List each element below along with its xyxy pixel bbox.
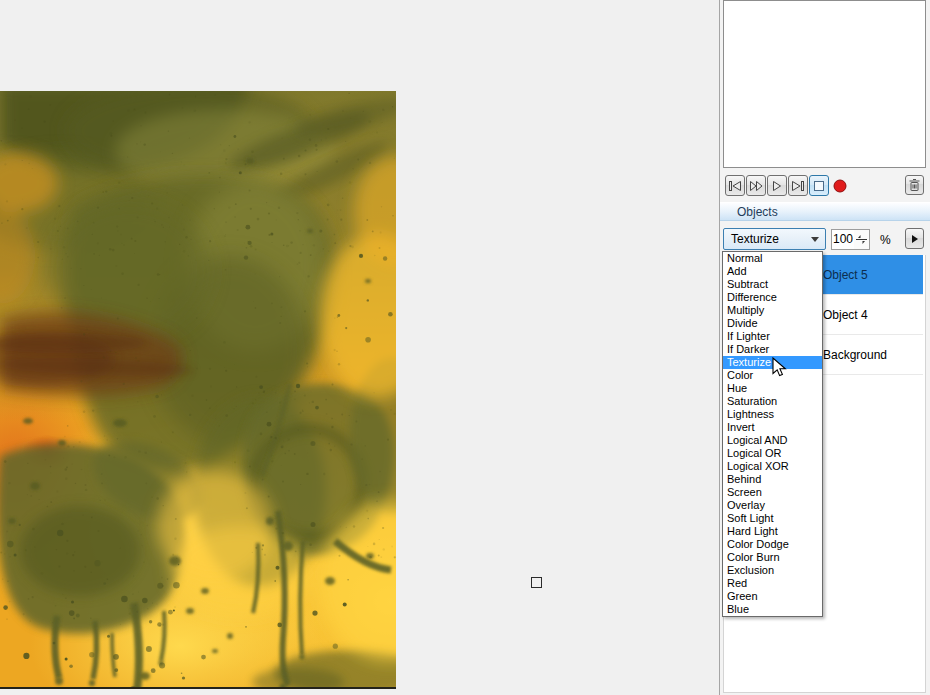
trash-icon: [909, 179, 920, 191]
blend-option-if-darker[interactable]: If Darker: [723, 343, 822, 356]
blend-option-if-lighter[interactable]: If Lighter: [723, 330, 822, 343]
blend-option-add[interactable]: Add: [723, 265, 822, 278]
right-arrow-icon: [912, 235, 918, 243]
fast-forward-button[interactable]: [746, 175, 766, 196]
blend-option-lightness[interactable]: Lightness: [723, 408, 822, 421]
record-button[interactable]: [830, 175, 850, 196]
opacity-drag-handle[interactable]: [854, 230, 869, 249]
blend-mode-dropdown: NormalAddSubtractDifferenceMultiplyDivid…: [722, 251, 823, 617]
blend-option-hue[interactable]: Hue: [723, 382, 822, 395]
blend-option-soft-light[interactable]: Soft Light: [723, 512, 822, 525]
blend-option-green[interactable]: Green: [723, 590, 822, 603]
blend-option-logical-xor[interactable]: Logical XOR: [723, 460, 822, 473]
mouse-cursor: [772, 357, 787, 378]
drag-adjust-icon: [856, 235, 867, 244]
fast-forward-icon: [750, 181, 763, 191]
percent-label: %: [880, 233, 891, 247]
blend-option-overlay[interactable]: Overlay: [723, 499, 822, 512]
blend-option-color-dodge[interactable]: Color Dodge: [723, 538, 822, 551]
play-button[interactable]: [767, 175, 787, 196]
objects-header-label: Objects: [737, 205, 778, 219]
objects-panel-header: Objects: [720, 202, 930, 221]
objects-menu-button[interactable]: [905, 228, 924, 249]
blend-option-behind[interactable]: Behind: [723, 473, 822, 486]
blend-option-saturation[interactable]: Saturation: [723, 395, 822, 408]
canvas-image[interactable]: [0, 91, 396, 688]
blend-option-invert[interactable]: Invert: [723, 421, 822, 434]
stop-icon: [814, 181, 824, 191]
skip-end-button[interactable]: [788, 175, 808, 196]
blend-option-hard-light[interactable]: Hard Light: [723, 525, 822, 538]
blend-option-color-burn[interactable]: Color Burn: [723, 551, 822, 564]
selection-handle[interactable]: [531, 577, 542, 588]
canvas-image-bottom-edge: [0, 687, 396, 689]
record-icon: [833, 179, 847, 193]
blend-option-screen[interactable]: Screen: [723, 486, 822, 499]
blend-option-multiply[interactable]: Multiply: [723, 304, 822, 317]
skip-end-icon: [792, 181, 804, 191]
delete-object-button[interactable]: [905, 175, 924, 195]
blend-option-logical-or[interactable]: Logical OR: [723, 447, 822, 460]
opacity-field[interactable]: 100: [831, 229, 870, 250]
chevron-down-icon: [811, 237, 819, 242]
blend-option-divide[interactable]: Divide: [723, 317, 822, 330]
blend-option-normal[interactable]: Normal: [723, 252, 822, 265]
opacity-value: 100: [832, 230, 854, 249]
blend-option-difference[interactable]: Difference: [723, 291, 822, 304]
canvas-area: [0, 0, 719, 695]
blend-option-red[interactable]: Red: [723, 577, 822, 590]
object-row-label: Background: [823, 348, 887, 362]
blend-mode-combobox[interactable]: Texturize: [723, 228, 826, 250]
stop-button[interactable]: [809, 175, 829, 196]
play-icon: [773, 181, 781, 191]
preview-box: [723, 0, 926, 168]
object-row-label: Object 5: [823, 268, 868, 282]
blend-option-blue[interactable]: Blue: [723, 603, 822, 616]
blend-option-logical-and[interactable]: Logical AND: [723, 434, 822, 447]
blend-mode-selected: Texturize: [731, 232, 779, 246]
skip-start-icon: [729, 181, 741, 191]
blend-option-subtract[interactable]: Subtract: [723, 278, 822, 291]
blend-option-exclusion[interactable]: Exclusion: [723, 564, 822, 577]
skip-start-button[interactable]: [725, 175, 745, 196]
object-row-label: Object 4: [823, 308, 868, 322]
